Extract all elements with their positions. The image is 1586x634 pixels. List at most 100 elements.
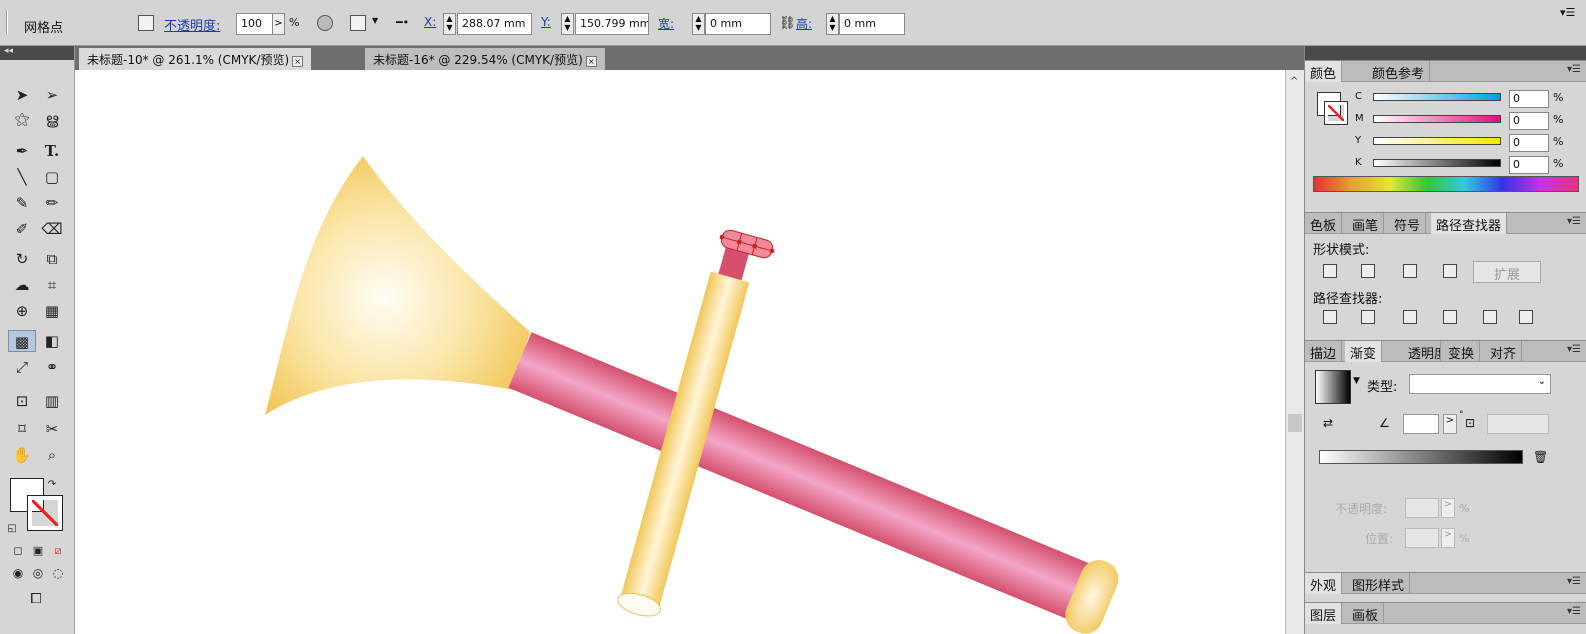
panel-menu-icon[interactable]: ▾☰ <box>1567 216 1581 227</box>
artboard-canvas[interactable] <box>75 70 1285 634</box>
cyan-input[interactable]: 0 <box>1509 90 1549 108</box>
vertical-scrollbar[interactable]: ^ <box>1285 70 1304 634</box>
y-input[interactable]: 150.799 mm <box>575 13 649 35</box>
width-input[interactable]: 0 mm <box>705 13 771 35</box>
stop-location-input[interactable] <box>1405 528 1439 548</box>
expand-button[interactable]: 扩展 <box>1473 261 1541 283</box>
gradient-dropdown-icon[interactable]: ▼ <box>1353 376 1360 386</box>
tab-graphic-styles[interactable]: 图形样式 <box>1347 573 1411 594</box>
merge-icon[interactable] <box>1403 310 1417 324</box>
reference-point-icon[interactable] <box>350 15 366 31</box>
free-transform-icon[interactable]: ⌗ <box>38 274 66 296</box>
gradient-type-select[interactable]: ⌄ <box>1409 374 1551 394</box>
stop-opacity-arrow-icon[interactable]: > <box>1441 498 1455 518</box>
panel-menu-icon[interactable]: ▾☰ <box>1560 6 1575 19</box>
symbol-sprayer-icon[interactable]: ⊡ <box>8 390 36 412</box>
lasso-icon[interactable]: ൠ <box>38 108 66 130</box>
magic-wand-icon[interactable]: ⚝ <box>8 108 36 130</box>
cyan-slider[interactable]: C 0 % <box>1355 90 1585 108</box>
blob-brush-icon[interactable]: ✐ <box>8 218 36 240</box>
tab-document-16[interactable]: 未标题-16* @ 229.54% (CMYK/预览) × <box>365 48 605 70</box>
tab-swatches[interactable]: 色板 <box>1305 213 1343 234</box>
magenta-input[interactable]: 0 <box>1509 112 1549 130</box>
width-spinner-icon[interactable]: ▲ ▼ <box>692 13 705 35</box>
gear-icon[interactable] <box>317 15 333 31</box>
tab-transparency[interactable]: 透明度 <box>1403 341 1441 362</box>
minus-front-icon[interactable] <box>1361 264 1375 278</box>
stop-opacity-input[interactable] <box>1405 498 1439 518</box>
gradient-preview[interactable] <box>1315 370 1351 404</box>
x-link[interactable]: X: <box>424 15 436 29</box>
height-link[interactable]: 高: <box>796 15 812 32</box>
tab-symbols[interactable]: 符号 <box>1389 213 1427 234</box>
exclude-icon[interactable] <box>1443 264 1457 278</box>
pen-tool-icon[interactable]: ✒ <box>8 140 36 162</box>
paintbrush-icon[interactable]: ✎ <box>8 192 36 214</box>
line-tool-icon[interactable]: ╲ <box>8 166 36 188</box>
panel-menu-icon[interactable]: ▾☰ <box>1567 64 1581 75</box>
magenta-track[interactable] <box>1373 115 1501 123</box>
angle-input[interactable] <box>1403 414 1439 434</box>
aspect-ratio-input[interactable] <box>1487 414 1549 434</box>
none-mode-icon[interactable]: ⧄ <box>44 540 72 562</box>
y-link[interactable]: Y: <box>541 15 551 29</box>
tab-pathfinder[interactable]: 路径查找器 <box>1431 213 1508 234</box>
artboard-tool-icon[interactable]: ⌑ <box>8 418 36 440</box>
eyedropper-icon[interactable]: ⤢ <box>8 356 36 378</box>
pencil-icon[interactable]: ✏ <box>38 192 66 214</box>
hand-tool-icon[interactable]: ✋ <box>8 444 36 466</box>
slice-tool-icon[interactable]: ✂ <box>38 418 66 440</box>
black-slider[interactable]: K 0 % <box>1355 156 1585 174</box>
stop-location-arrow-icon[interactable]: > <box>1441 528 1455 548</box>
tab-color[interactable]: 颜色 <box>1305 61 1343 82</box>
eraser-icon[interactable]: ⌫ <box>38 218 66 240</box>
tab-layers[interactable]: 图层 <box>1305 603 1343 624</box>
tab-transform[interactable]: 变换 <box>1443 341 1481 362</box>
minus-back-icon[interactable] <box>1519 310 1533 324</box>
opacity-arrow-icon[interactable]: > <box>272 13 285 35</box>
scroll-thumb[interactable] <box>1288 414 1302 432</box>
yellow-input[interactable]: 0 <box>1509 134 1549 152</box>
mesh-tool-icon[interactable]: ▩ <box>8 330 36 352</box>
opacity-link[interactable]: 不透明度: <box>164 15 220 34</box>
gradient-slider[interactable] <box>1319 450 1523 464</box>
tab-document-10[interactable]: 未标题-10* @ 261.1% (CMYK/预览) × <box>79 48 312 70</box>
tab-appearance[interactable]: 外观 <box>1305 573 1343 594</box>
reverse-gradient-icon[interactable]: ⇄ <box>1323 416 1333 430</box>
cyan-track[interactable] <box>1373 93 1501 101</box>
color-spectrum[interactable] <box>1313 176 1579 192</box>
dropdown-arrow-icon[interactable]: ▼ <box>372 16 378 25</box>
height-spinner-icon[interactable]: ▲ ▼ <box>826 13 839 35</box>
tab-brushes[interactable]: 画笔 <box>1347 213 1385 234</box>
outline-icon[interactable] <box>1483 310 1497 324</box>
tab-gradient[interactable]: 渐变 <box>1345 341 1383 362</box>
close-icon[interactable]: × <box>585 56 597 67</box>
rotate-tool-icon[interactable]: ↻ <box>8 248 36 270</box>
panel-menu-icon[interactable]: ▾☰ <box>1567 576 1581 587</box>
x-spinner-icon[interactable]: ▲ ▼ <box>443 13 456 35</box>
scroll-up-icon[interactable]: ^ <box>1290 76 1298 87</box>
rectangle-tool-icon[interactable]: ▢ <box>38 166 66 188</box>
tab-artboards[interactable]: 画板 <box>1347 603 1385 624</box>
tab-color-guide[interactable]: 颜色参考 <box>1367 61 1431 82</box>
transform-icon[interactable]: ━• <box>396 16 409 29</box>
panel-dock-header[interactable] <box>1305 46 1586 60</box>
shape-builder-icon[interactable]: ⊕ <box>8 300 36 322</box>
draw-inside-icon[interactable]: ◌ <box>44 562 72 584</box>
divide-icon[interactable] <box>1323 310 1337 324</box>
y-spinner-icon[interactable]: ▲ ▼ <box>561 13 574 35</box>
x-input[interactable]: 288.07 mm <box>457 13 532 35</box>
swap-colors-icon[interactable]: ↷ <box>44 474 60 496</box>
type-tool-icon[interactable]: T. <box>38 140 66 162</box>
perspective-grid-icon[interactable]: ▦ <box>38 300 66 322</box>
delete-stop-icon[interactable]: 🗑 <box>1533 450 1548 464</box>
direct-selection-tool-icon[interactable]: ➢ <box>38 84 66 106</box>
trim-icon[interactable] <box>1361 310 1375 324</box>
black-track[interactable] <box>1373 159 1501 167</box>
selection-tool-icon[interactable]: ➤ <box>8 84 36 106</box>
opacity-input[interactable]: 100 <box>236 13 274 35</box>
intersect-icon[interactable] <box>1403 264 1417 278</box>
magenta-slider[interactable]: M 0 % <box>1355 112 1585 130</box>
tools-collapse-icon[interactable]: ◂◂ <box>0 46 74 60</box>
mesh-point-icon[interactable] <box>138 15 154 31</box>
